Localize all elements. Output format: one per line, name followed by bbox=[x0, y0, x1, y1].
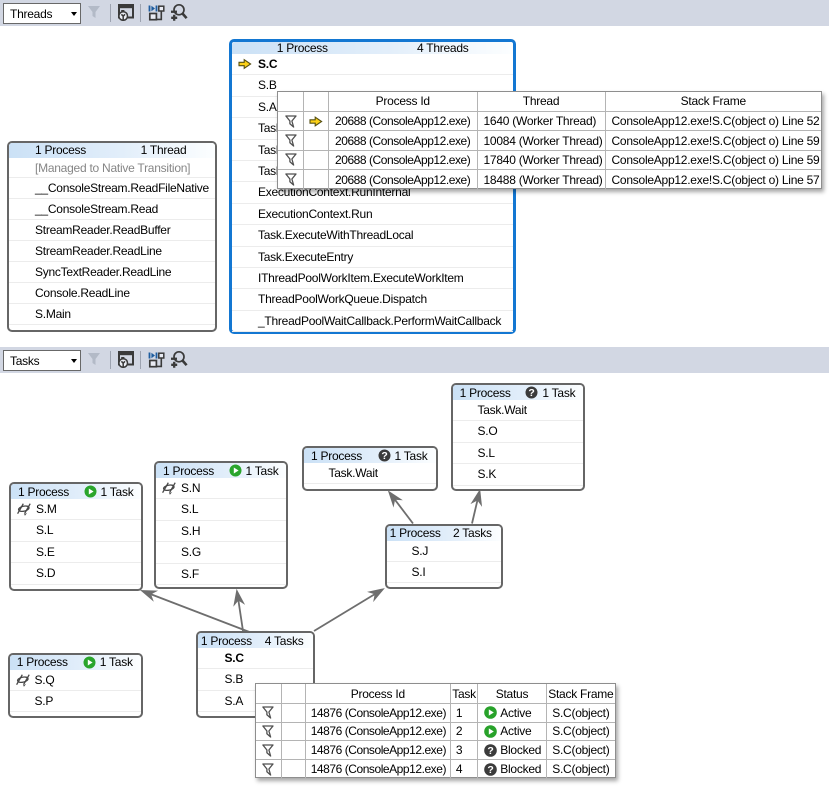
svg-text:?: ? bbox=[381, 450, 387, 462]
svg-text:?: ? bbox=[488, 745, 494, 757]
svg-text:?: ? bbox=[488, 764, 494, 776]
svg-text:?: ? bbox=[529, 387, 535, 399]
